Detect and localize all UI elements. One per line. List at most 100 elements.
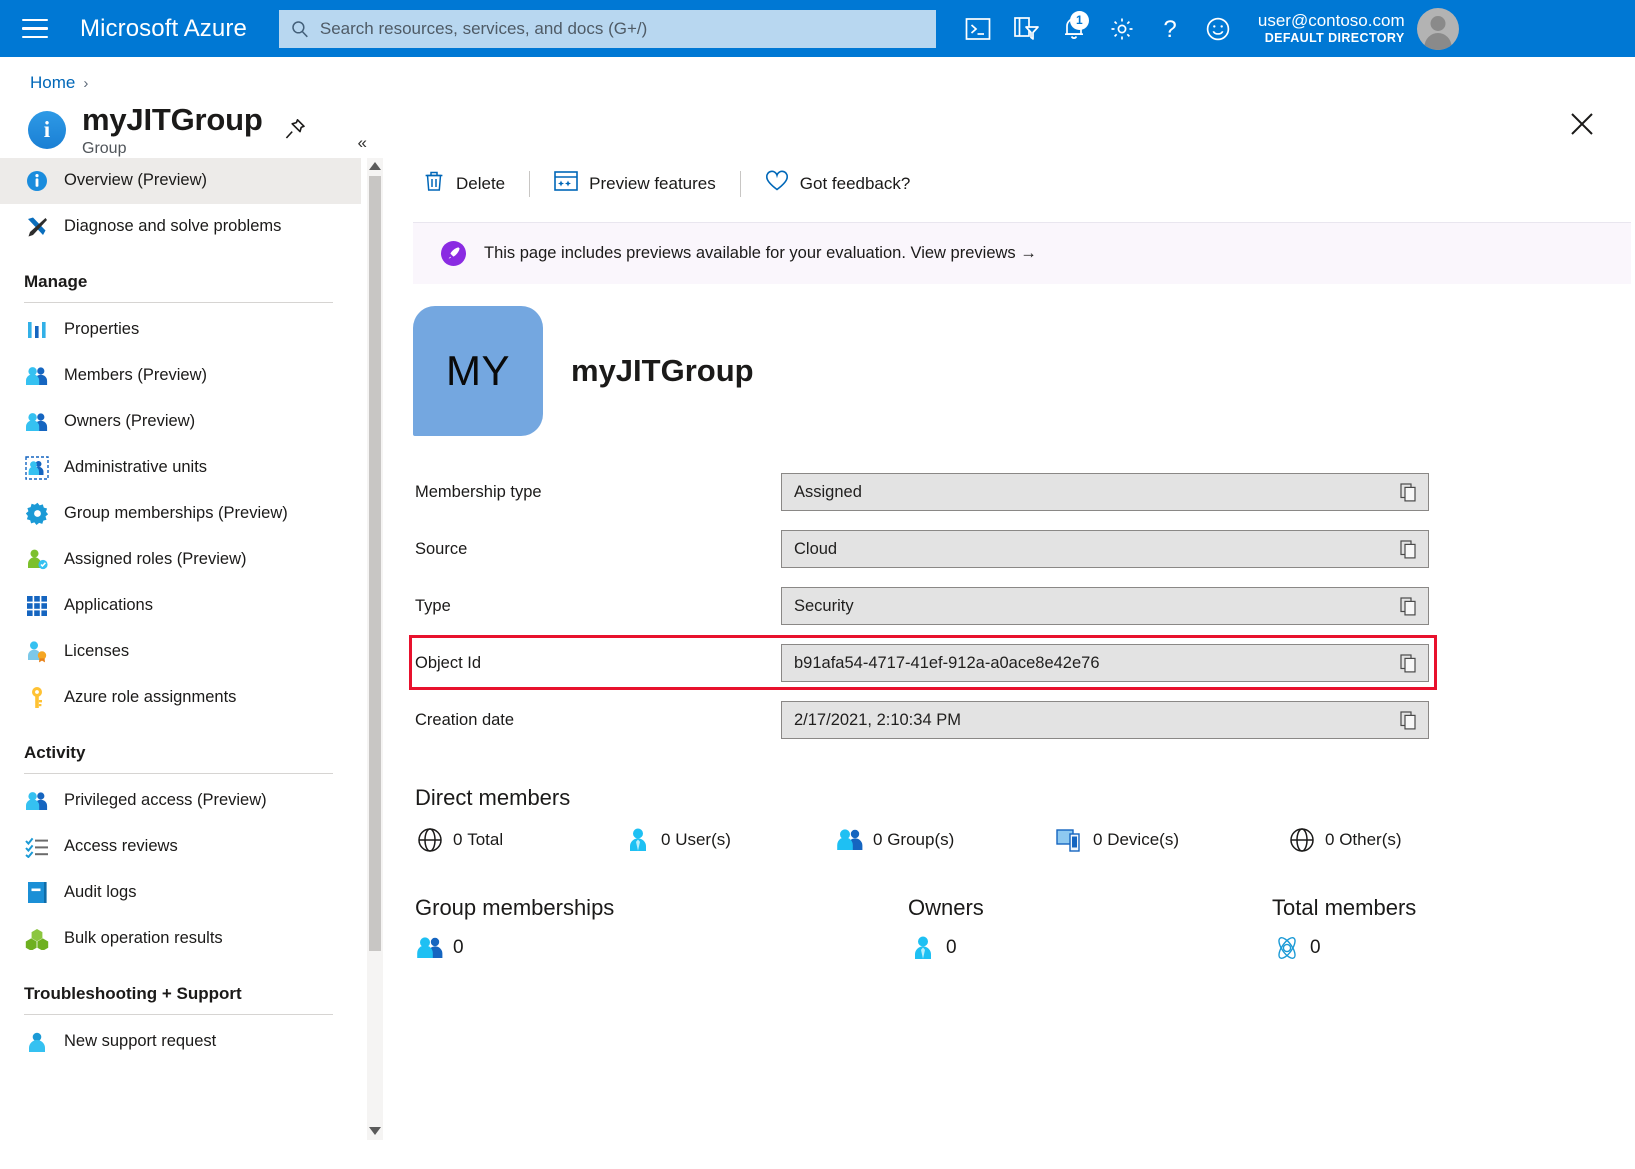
sidebar-item-audit-logs[interactable]: Audit logs — [0, 870, 361, 916]
avatar[interactable] — [1417, 8, 1459, 50]
properties-list: Membership type Assigned Source Cloud — [413, 464, 1635, 749]
administrative-units-icon — [24, 455, 50, 481]
access-reviews-checklist-icon — [24, 834, 50, 860]
preview-banner: This page includes previews available fo… — [413, 222, 1631, 284]
breadcrumb: Home › — [0, 57, 1635, 93]
sidebar-item-assigned-roles[interactable]: Assigned roles (Preview) — [0, 537, 361, 583]
property-value-field[interactable]: Security — [781, 587, 1429, 625]
group-name: myJITGroup — [571, 353, 754, 389]
properties-bars-icon — [24, 317, 50, 343]
resource-menu-scroll: Overview (Preview) Diagnose and solve pr… — [0, 158, 383, 1140]
group-icon — [835, 825, 865, 855]
copy-icon[interactable] — [1396, 707, 1422, 733]
azure-brand-label[interactable]: Microsoft Azure — [80, 15, 247, 43]
group-identity: MY myJITGroup — [413, 306, 1635, 436]
scrollbar-thumb[interactable] — [369, 176, 381, 951]
user-account-menu[interactable]: user@contoso.com DEFAULT DIRECTORY — [1258, 8, 1459, 50]
settings-gear-icon[interactable] — [1098, 5, 1146, 53]
owners-people-icon — [24, 409, 50, 435]
page-subtitle: Group — [82, 140, 263, 158]
sidebar-item-label: Members (Preview) — [64, 366, 207, 385]
directories-subscriptions-icon[interactable] — [1002, 5, 1050, 53]
sidebar-item-bulk-operation-results[interactable]: Bulk operation results — [0, 916, 361, 962]
count-users: 0 User(s) — [623, 825, 835, 855]
info-icon: i — [28, 111, 66, 149]
sidebar-item-new-support-request[interactable]: New support request — [0, 1019, 361, 1065]
breadcrumb-chevron-icon: › — [83, 75, 88, 92]
summary-value: 0 — [1310, 937, 1321, 959]
scroll-down-icon[interactable] — [367, 1123, 383, 1140]
property-value-field[interactable]: Cloud — [781, 530, 1429, 568]
property-value-field[interactable]: Assigned — [781, 473, 1429, 511]
count-total: 0 Total — [415, 825, 623, 855]
copy-icon[interactable] — [1396, 536, 1422, 562]
count-value: 0 — [453, 830, 462, 850]
property-row: Source Cloud — [413, 521, 1635, 578]
overview-content: Delete Preview features Got feedback? — [383, 158, 1635, 1140]
sidebar-item-administrative-units[interactable]: Administrative units — [0, 445, 361, 491]
property-value: Security — [794, 597, 1396, 616]
sidebar-item-access-reviews[interactable]: Access reviews — [0, 824, 361, 870]
property-value-field[interactable]: 2/17/2021, 2:10:34 PM — [781, 701, 1429, 739]
copy-icon[interactable] — [1396, 650, 1422, 676]
breadcrumb-home[interactable]: Home — [30, 73, 75, 93]
sidebar-item-owners[interactable]: Owners (Preview) — [0, 399, 361, 445]
sidebar-item-group-memberships[interactable]: Group memberships (Preview) — [0, 491, 361, 537]
sidebar-group-troubleshooting: Troubleshooting + Support — [0, 962, 361, 1019]
got-feedback-button[interactable]: Got feedback? — [755, 164, 921, 203]
close-icon[interactable] — [1569, 111, 1595, 142]
sidebar-item-privileged-access[interactable]: Privileged access (Preview) — [0, 778, 361, 824]
sidebar-item-overview[interactable]: Overview (Preview) — [0, 158, 361, 204]
sidebar-scrollbar[interactable] — [367, 158, 383, 1140]
device-icon — [1055, 825, 1085, 855]
count-value: 0 — [661, 830, 670, 850]
property-value-field[interactable]: b91afa54-4717-41ef-912a-a0ace8e42e76 — [781, 644, 1429, 682]
copy-icon[interactable] — [1396, 479, 1422, 505]
atom-members-icon — [1272, 933, 1302, 963]
group-avatar-tile: MY — [413, 306, 543, 436]
sidebar-item-label: Group memberships (Preview) — [64, 504, 288, 523]
summary-value: 0 — [453, 937, 464, 959]
count-label: Group(s) — [887, 830, 954, 850]
sidebar-item-label: Bulk operation results — [64, 929, 223, 948]
notification-badge: 1 — [1070, 11, 1089, 30]
collapse-menu-icon[interactable]: « — [358, 133, 367, 153]
property-value: Assigned — [794, 483, 1396, 502]
support-person-icon — [24, 1029, 50, 1055]
assigned-roles-person-icon — [24, 547, 50, 573]
property-label: Creation date — [413, 711, 781, 730]
sidebar-item-applications[interactable]: Applications — [0, 583, 361, 629]
notifications-icon[interactable]: 1 — [1050, 5, 1098, 53]
sidebar-group-activity: Activity — [0, 721, 361, 778]
pin-icon[interactable] — [283, 117, 307, 146]
feedback-smiley-icon[interactable] — [1194, 5, 1242, 53]
property-row: Membership type Assigned — [413, 464, 1635, 521]
sidebar-item-label: Privileged access (Preview) — [64, 791, 267, 810]
summary-value: 0 — [946, 937, 957, 959]
top-icon-group: 1 ? — [954, 5, 1242, 53]
count-groups: 0 Group(s) — [835, 825, 1055, 855]
sidebar-item-azure-role-assignments[interactable]: Azure role assignments — [0, 675, 361, 721]
sidebar-item-label: Access reviews — [64, 837, 178, 856]
search-input[interactable] — [318, 18, 924, 40]
command-divider — [529, 171, 530, 197]
sidebar-item-members[interactable]: Members (Preview) — [0, 353, 361, 399]
sidebar-item-properties[interactable]: Properties — [0, 307, 361, 353]
property-value: 2/17/2021, 2:10:34 PM — [794, 711, 1396, 730]
view-previews-link[interactable]: View previews → — [911, 244, 1037, 263]
count-devices: 0 Device(s) — [1055, 825, 1287, 855]
resource-menu: « Overview (Preview) Diagnose and solve … — [0, 158, 383, 1140]
help-icon[interactable]: ? — [1146, 5, 1194, 53]
cloud-shell-icon[interactable] — [954, 5, 1002, 53]
delete-button[interactable]: Delete — [413, 164, 515, 203]
sidebar-item-diagnose[interactable]: Diagnose and solve problems — [0, 204, 361, 250]
hamburger-menu-icon[interactable] — [18, 12, 52, 46]
property-row: Creation date 2/17/2021, 2:10:34 PM — [413, 692, 1635, 749]
scroll-up-icon[interactable] — [367, 158, 383, 175]
summary-row: Group memberships 0 Owners 0 T — [415, 895, 1635, 963]
copy-icon[interactable] — [1396, 593, 1422, 619]
wrench-screwdriver-icon — [24, 214, 50, 240]
preview-features-button[interactable]: Preview features — [544, 165, 726, 202]
sidebar-item-licenses[interactable]: Licenses — [0, 629, 361, 675]
global-search[interactable] — [279, 10, 936, 48]
